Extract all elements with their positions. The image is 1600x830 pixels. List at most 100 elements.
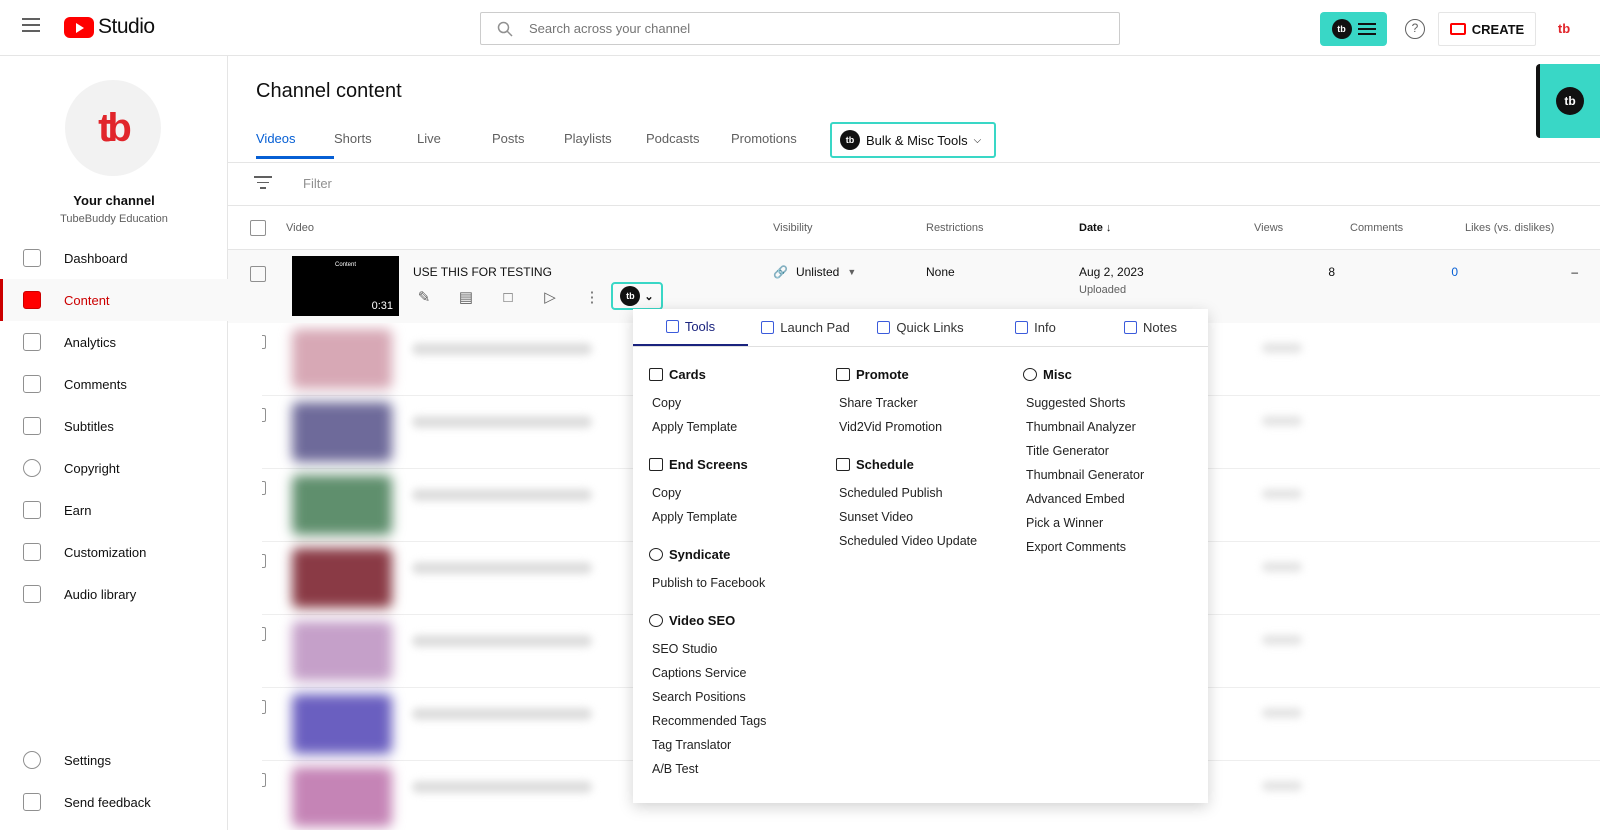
tab-videos[interactable]: Videos — [256, 122, 334, 159]
channel-avatar[interactable]: tb — [65, 80, 161, 176]
menu-item-cards-apply-template[interactable]: Apply Template — [652, 415, 766, 439]
menu-item-thumbnail-analyzer[interactable]: Thumbnail Analyzer — [1026, 415, 1144, 439]
sidebar-item-subtitles[interactable]: Subtitles — [0, 405, 228, 447]
tab-playlists[interactable]: Playlists — [564, 122, 646, 159]
tab-live[interactable]: Live — [417, 122, 492, 159]
row-checkbox[interactable] — [262, 408, 266, 422]
row-checkbox[interactable] — [262, 554, 266, 568]
sidebar-item-label: Subtitles — [64, 418, 114, 434]
menu-item-search-positions[interactable]: Search Positions — [652, 685, 766, 709]
link-icon — [877, 321, 891, 334]
tab-info[interactable]: Info — [978, 309, 1093, 346]
comments-value[interactable]: 0 — [1418, 265, 1458, 279]
column-likes[interactable]: Likes (vs. dislikes) — [1465, 222, 1554, 234]
search-bar[interactable] — [480, 12, 1120, 45]
row-checkbox[interactable] — [262, 481, 266, 495]
tubebuddy-logo-icon: tb — [1331, 19, 1352, 39]
menu-item-publish-to-facebook[interactable]: Publish to Facebook — [652, 571, 766, 595]
comments-icon[interactable]: □ — [497, 286, 519, 308]
edit-icon[interactable]: ✎ — [413, 286, 435, 308]
row-checkbox[interactable] — [262, 627, 266, 641]
column-video: Video — [286, 222, 314, 234]
tubebuddy-row-menu-button[interactable]: tb ⌄ — [611, 282, 663, 310]
create-button[interactable]: CREATE — [1438, 12, 1536, 46]
row-checkbox[interactable] — [262, 335, 266, 349]
hamburger-icon — [1357, 23, 1376, 35]
tab-promotions[interactable]: Promotions — [731, 122, 821, 159]
menu-item-scheduled-video-update[interactable]: Scheduled Video Update — [839, 529, 977, 553]
megaphone-icon — [836, 368, 850, 381]
bulk-misc-tools-button[interactable]: tb Bulk & Misc Tools ⌵ — [830, 122, 996, 158]
tab-posts[interactable]: Posts — [492, 122, 564, 159]
sidebar-item-settings[interactable]: Settings — [0, 739, 228, 781]
account-avatar[interactable]: tb — [1552, 17, 1576, 41]
section-heading: Schedule — [856, 457, 914, 472]
column-date[interactable]: Date ↓ — [1079, 222, 1111, 234]
analytics-icon[interactable]: ▤ — [455, 286, 477, 308]
search-input[interactable] — [529, 21, 1089, 36]
dashboard-icon — [23, 249, 41, 267]
sidebar-item-audio-library[interactable]: Audio library — [0, 573, 228, 615]
help-icon[interactable]: ? — [1405, 19, 1425, 39]
studio-logo[interactable]: Studio — [64, 15, 155, 39]
more-options-icon[interactable]: ⋮ — [581, 286, 603, 308]
video-title[interactable]: USE THIS FOR TESTING — [413, 265, 552, 279]
column-visibility[interactable]: Visibility — [773, 222, 813, 234]
filter-bar[interactable]: Filter — [228, 162, 1600, 206]
sidebar-item-dashboard[interactable]: Dashboard — [0, 237, 228, 279]
menu-icon[interactable] — [22, 18, 40, 32]
menu-item-export-comments[interactable]: Export Comments — [1026, 535, 1144, 559]
filter-input[interactable]: Filter — [303, 176, 332, 191]
tab-quick-links[interactable]: Quick Links — [863, 309, 978, 346]
sidebar-item-copyright[interactable]: Copyright — [0, 447, 228, 489]
menu-item-pick-a-winner[interactable]: Pick a Winner — [1026, 511, 1144, 535]
menu-item-thumbnail-generator[interactable]: Thumbnail Generator — [1026, 463, 1144, 487]
sidebar-item-earn[interactable]: Earn — [0, 489, 228, 531]
menu-item-suggested-shorts[interactable]: Suggested Shorts — [1026, 391, 1144, 415]
menu-item-seo-studio[interactable]: SEO Studio — [652, 637, 766, 661]
column-date-label: Date — [1079, 222, 1103, 234]
table-header: Video Visibility Restrictions Date ↓ Vie… — [228, 206, 1600, 250]
column-views[interactable]: Views — [1254, 222, 1283, 234]
sidebar-item-label: Analytics — [64, 334, 117, 350]
tab-podcasts[interactable]: Podcasts — [646, 122, 731, 159]
filter-icon[interactable] — [254, 176, 272, 190]
menu-item-share-tracker[interactable]: Share Tracker — [839, 391, 977, 415]
sidebar-item-customization[interactable]: Customization — [0, 531, 228, 573]
menu-item-end-screens-copy[interactable]: Copy — [652, 481, 766, 505]
menu-item-scheduled-publish[interactable]: Scheduled Publish — [839, 481, 977, 505]
column-restrictions[interactable]: Restrictions — [926, 222, 983, 234]
menu-item-ab-test[interactable]: A/B Test — [652, 757, 766, 781]
row-checkbox[interactable] — [262, 773, 266, 787]
menu-item-title-generator[interactable]: Title Generator — [1026, 439, 1144, 463]
sidebar-item-comments[interactable]: Comments — [0, 363, 228, 405]
tab-shorts[interactable]: Shorts — [334, 122, 417, 159]
tubebuddy-menu-button[interactable]: tb — [1320, 12, 1387, 46]
tab-launch-pad[interactable]: Launch Pad — [748, 309, 863, 346]
menu-item-vid2vid-promotion[interactable]: Vid2Vid Promotion — [839, 415, 977, 439]
tab-label: Launch Pad — [780, 320, 850, 335]
menu-item-recommended-tags[interactable]: Recommended Tags — [652, 709, 766, 733]
section-heading: Promote — [856, 367, 909, 382]
menu-item-captions-service[interactable]: Captions Service — [652, 661, 766, 685]
menu-item-tag-translator[interactable]: Tag Translator — [652, 733, 766, 757]
select-all-checkbox[interactable] — [250, 220, 266, 236]
youtube-play-icon[interactable]: ▷ — [539, 286, 561, 308]
row-checkbox[interactable] — [250, 266, 266, 282]
menu-item-end-screens-apply-template[interactable]: Apply Template — [652, 505, 766, 529]
tab-tools[interactable]: Tools — [633, 309, 748, 346]
tab-notes[interactable]: Notes — [1093, 309, 1208, 346]
link-icon: 🔗 — [773, 265, 788, 279]
menu-item-sunset-video[interactable]: Sunset Video — [839, 505, 977, 529]
video-thumbnail[interactable]: Content 0:31 — [292, 256, 399, 316]
youtube-logo-icon — [64, 16, 94, 38]
menu-item-cards-copy[interactable]: Copy — [652, 391, 766, 415]
row-checkbox[interactable] — [262, 700, 266, 714]
column-comments[interactable]: Comments — [1350, 222, 1403, 234]
sidebar-item-content[interactable]: Content — [0, 279, 228, 321]
menu-item-advanced-embed[interactable]: Advanced Embed — [1026, 487, 1144, 511]
visibility-dropdown[interactable]: 🔗 Unlisted ▼ — [773, 265, 856, 279]
tubebuddy-side-panel-tab[interactable]: tb — [1536, 64, 1600, 138]
sidebar-item-send-feedback[interactable]: Send feedback — [0, 781, 228, 823]
sidebar-item-analytics[interactable]: Analytics — [0, 321, 228, 363]
